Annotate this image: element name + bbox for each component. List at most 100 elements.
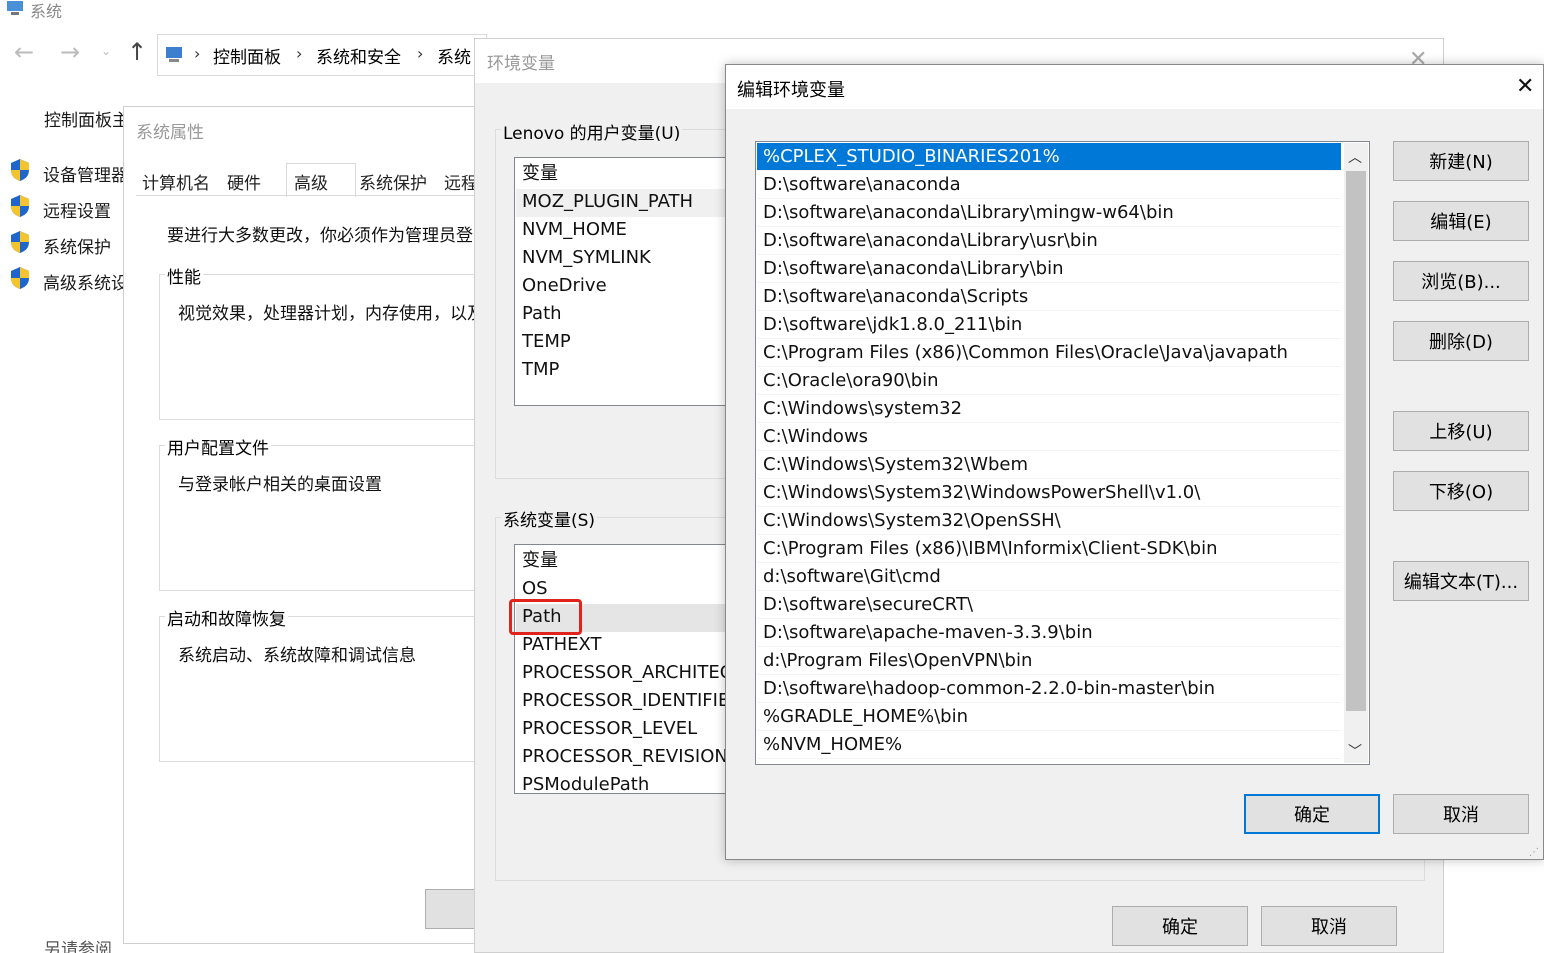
path-list-item[interactable]: %NVM_HOME% — [757, 731, 1341, 759]
chevron-down-icon[interactable]: ⌄ — [101, 44, 111, 58]
breadcrumb-separator-icon: › — [417, 44, 424, 63]
path-list-item[interactable]: D:\software\anaconda\Library\usr\bin — [757, 227, 1341, 255]
list-header[interactable]: 变量 — [522, 160, 558, 188]
shield-icon — [11, 159, 29, 181]
path-list-item[interactable]: D:\software\anaconda\Library\bin — [757, 255, 1341, 283]
system-properties-dialog: 系统属性 计算机名 硬件 高级 系统保护 远程 要进行大多数更改，你必须作为管理… — [123, 106, 552, 944]
delete-button[interactable]: 删除(D) — [1393, 321, 1529, 361]
sidebar-item-remote[interactable]: 远程设置 — [43, 197, 111, 222]
computer-icon — [7, 1, 23, 15]
edit-env-var-dialog: 编辑环境变量 ✕ %CPLEX_STUDIO_BINARIES201% D:\so… — [725, 64, 1544, 860]
path-list-item[interactable]: D:\software\anaconda\Scripts — [757, 283, 1341, 311]
list-item[interactable]: PROCESSOR_REVISION — [522, 743, 728, 771]
tab-hardware[interactable]: 硬件 — [227, 169, 261, 194]
breadcrumb-system[interactable]: 系统 — [437, 43, 471, 68]
browse-button[interactable]: 浏览(B)... — [1393, 261, 1529, 301]
shield-icon — [11, 231, 29, 253]
user-profiles-desc: 与登录帐户相关的桌面设置 — [178, 475, 382, 495]
sidebar-item-protection[interactable]: 系统保护 — [43, 233, 111, 258]
tab-system-protection[interactable]: 系统保护 — [359, 169, 427, 194]
path-list-item[interactable]: D:\software\secureCRT\ — [757, 591, 1341, 619]
path-list-item[interactable]: D:\software\anaconda\Library\mingw-w64\b… — [757, 199, 1341, 227]
scroll-up-icon[interactable]: ︿ — [1348, 147, 1362, 167]
tab-computer-name[interactable]: 计算机名 — [142, 169, 210, 194]
path-list-item[interactable]: C:\Program Files (x86)\IBM\Informix\Clie… — [757, 535, 1341, 563]
list-item[interactable]: Path — [522, 300, 562, 328]
tab-remote[interactable]: 远程 — [444, 169, 478, 194]
path-list-item[interactable]: d:\Program Files\OpenVPN\bin — [757, 647, 1341, 675]
admin-note: 要进行大多数更改，你必须作为管理员登录。 — [167, 226, 507, 246]
list-item[interactable]: PROCESSOR_IDENTIFIE — [522, 687, 729, 715]
close-icon[interactable]: ✕ — [1516, 74, 1534, 99]
system-vars-title: 系统变量(S) — [501, 506, 598, 531]
dialog-title: 系统属性 — [136, 123, 204, 143]
forward-arrow-icon[interactable]: → — [60, 38, 80, 66]
ok-button[interactable]: 确定 — [1112, 906, 1248, 946]
resize-grip-icon[interactable]: ⋰ — [1529, 847, 1539, 858]
list-item[interactable]: MOZ_PLUGIN_PATH — [522, 188, 693, 216]
list-item[interactable]: TMP — [522, 356, 559, 384]
path-list-item[interactable]: D:\software\jdk1.8.0_211\bin — [757, 311, 1341, 339]
path-list-item[interactable]: C:\Windows\system32 — [757, 395, 1341, 423]
list-item[interactable]: PROCESSOR_LEVEL — [522, 715, 697, 743]
breadcrumb-control-panel[interactable]: 控制面板 — [213, 43, 281, 68]
path-list[interactable]: %CPLEX_STUDIO_BINARIES201% D:\software\an… — [755, 141, 1370, 765]
new-button[interactable]: 新建(N) — [1393, 141, 1529, 181]
startup-recovery-desc: 系统启动、系统故障和调试信息 — [178, 646, 416, 666]
list-item[interactable]: TEMP — [522, 328, 571, 356]
scroll-down-icon[interactable]: ﹀ — [1348, 741, 1362, 761]
ok-button[interactable]: 确定 — [1244, 794, 1380, 834]
cancel-button[interactable]: 取消 — [1393, 794, 1529, 834]
user-profiles-group — [159, 445, 495, 591]
performance-title: 性能 — [165, 263, 203, 288]
list-item[interactable]: OneDrive — [522, 272, 607, 300]
breadcrumb-system-security[interactable]: 系统和安全 — [316, 43, 401, 68]
path-list-item[interactable]: d:\software\Git\cmd — [757, 563, 1341, 591]
edit-titlebar — [726, 65, 1543, 109]
path-list-item[interactable]: C:\Windows — [757, 423, 1341, 451]
dialog-title: 环境变量 — [487, 54, 555, 74]
list-item[interactable]: NVM_HOME — [522, 216, 627, 244]
highlight-box — [509, 599, 582, 635]
tab-advanced-active[interactable]: 高级 — [286, 163, 356, 197]
tab-divider — [136, 195, 492, 196]
list-item[interactable]: PROCESSOR_ARCHITEC — [522, 659, 732, 687]
path-list-item[interactable]: D:\software\anaconda — [757, 171, 1341, 199]
path-list-item[interactable]: C:\Windows\System32\OpenSSH\ — [757, 507, 1341, 535]
cancel-button[interactable]: 取消 — [1261, 906, 1397, 946]
path-list-item[interactable]: C:\Program Files (x86)\Common Files\Orac… — [757, 339, 1341, 367]
startup-recovery-title: 启动和故障恢复 — [165, 605, 288, 630]
list-item[interactable]: NVM_SYMLINK — [522, 244, 651, 272]
see-also-label: 另请参阅 — [44, 940, 112, 953]
dialog-title: 编辑环境变量 — [737, 80, 845, 101]
shield-icon — [11, 195, 29, 217]
back-arrow-icon[interactable]: ← — [14, 38, 34, 66]
sidebar-item-device-manager[interactable]: 设备管理器 — [43, 161, 128, 186]
path-list-item[interactable]: C:\Windows\System32\WindowsPowerShell\v1… — [757, 479, 1341, 507]
list-item[interactable]: PATHEXT — [522, 631, 602, 659]
user-vars-title: Lenovo 的用户变量(U) — [501, 119, 683, 144]
scroll-thumb[interactable] — [1346, 171, 1366, 711]
up-arrow-icon[interactable]: ↑ — [127, 38, 147, 66]
shield-icon — [11, 267, 29, 289]
breadcrumb-separator-icon: › — [194, 44, 201, 63]
tab-advanced-label: 高级 — [294, 174, 328, 194]
path-list-item[interactable]: D:\software\hadoop-common-2.2.0-bin-mast… — [757, 675, 1341, 703]
control-panel-icon — [166, 47, 182, 62]
list-item[interactable]: PSModulePath — [522, 771, 649, 793]
path-list-item-selected[interactable]: %CPLEX_STUDIO_BINARIES201% — [757, 143, 1341, 171]
path-list-item[interactable]: D:\software\apache-maven-3.3.9\bin — [757, 619, 1341, 647]
edit-text-button[interactable]: 编辑文本(T)... — [1393, 561, 1529, 601]
breadcrumb-separator-icon: › — [296, 44, 303, 63]
edit-button[interactable]: 编辑(E) — [1393, 201, 1529, 241]
move-up-button[interactable]: 上移(U) — [1393, 411, 1529, 451]
move-down-button[interactable]: 下移(O) — [1393, 471, 1529, 511]
window-title: 系统 — [30, 2, 63, 21]
list-header[interactable]: 变量 — [522, 547, 558, 575]
scrollbar[interactable]: ︿ ﹀ — [1344, 143, 1368, 763]
path-list-item[interactable]: %GRADLE_HOME%\bin — [757, 703, 1341, 731]
user-profiles-title: 用户配置文件 — [165, 434, 271, 459]
path-list-item[interactable]: C:\Oracle\ora90\bin — [757, 367, 1341, 395]
address-bar[interactable]: › 控制面板 › 系统和安全 › 系统 — [157, 34, 487, 76]
path-list-item[interactable]: C:\Windows\System32\Wbem — [757, 451, 1341, 479]
